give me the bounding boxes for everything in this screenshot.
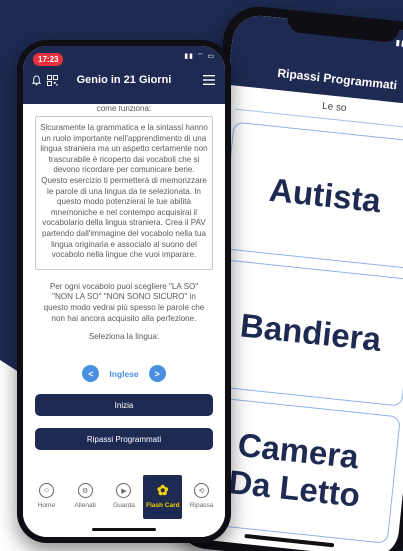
tab-label: Allenati	[74, 502, 96, 509]
scheduled-review-button[interactable]: Ripassi Programmati	[35, 428, 213, 451]
word-text: Camera Da Letto	[226, 425, 362, 514]
front-phone: 17:23 ▮▮ ⌔ ▭ Genio in 21 Giorni come fun…	[17, 40, 231, 543]
tab-flash-card[interactable]: ✿ Flash Card	[143, 475, 183, 519]
app-header: 17:23 ▮▮ ⌔ ▭ Genio in 21 Giorni	[23, 46, 225, 104]
tab-label: Flash Card	[145, 502, 180, 509]
home-indicator	[92, 528, 156, 531]
status-time: 17:23	[33, 53, 64, 66]
instructions-paragraph: Per ogni vocabolo puoi scegliere "LA SO"…	[43, 281, 205, 323]
app-title: Genio in 21 Giorni	[76, 74, 172, 86]
tab-label: Home	[37, 502, 56, 509]
menu-icon[interactable]	[203, 75, 215, 85]
word-card[interactable]: Bandiera	[205, 258, 403, 407]
word-text: Bandiera	[238, 306, 383, 359]
tab-label: Guarda	[113, 502, 135, 509]
language-selector: < Inglese >	[35, 365, 213, 383]
status-icons: ▮▮ ⌔ ▭	[184, 53, 215, 60]
dumbbell-icon: ⚙	[77, 483, 93, 498]
description-box: Sicuramente la grammatica e la sintassi …	[35, 116, 213, 270]
chef-hat-icon: ☺	[38, 483, 54, 498]
description-paragraph: Sicuramente la grammatica e la sintassi …	[40, 123, 208, 260]
section-heading: come funziona:	[96, 106, 152, 112]
tab-label: Ripassa	[189, 502, 214, 509]
previous-language-button[interactable]: <	[82, 365, 100, 383]
word-card[interactable]: Autista	[220, 121, 403, 270]
brain-icon: ✿	[156, 482, 169, 498]
content-area: come funziona: Sicuramente la grammatica…	[23, 104, 225, 451]
language-select-label: Seleziona la lingua:	[88, 332, 160, 342]
tab-ripassa[interactable]: ⟲ Ripassa	[182, 473, 221, 537]
front-phone-screen: 17:23 ▮▮ ⌔ ▭ Genio in 21 Giorni come fun…	[23, 46, 225, 537]
play-icon: ▶	[116, 483, 132, 498]
start-button[interactable]: Inizia	[35, 394, 213, 417]
tab-home[interactable]: ☺ Home	[27, 473, 66, 537]
word-text: Autista	[267, 170, 383, 220]
selected-language: Inglese	[109, 368, 139, 379]
page-title: Ripassi Programmati	[276, 65, 398, 93]
next-language-button[interactable]: >	[148, 365, 166, 383]
clock-icon: ⟲	[194, 483, 210, 498]
